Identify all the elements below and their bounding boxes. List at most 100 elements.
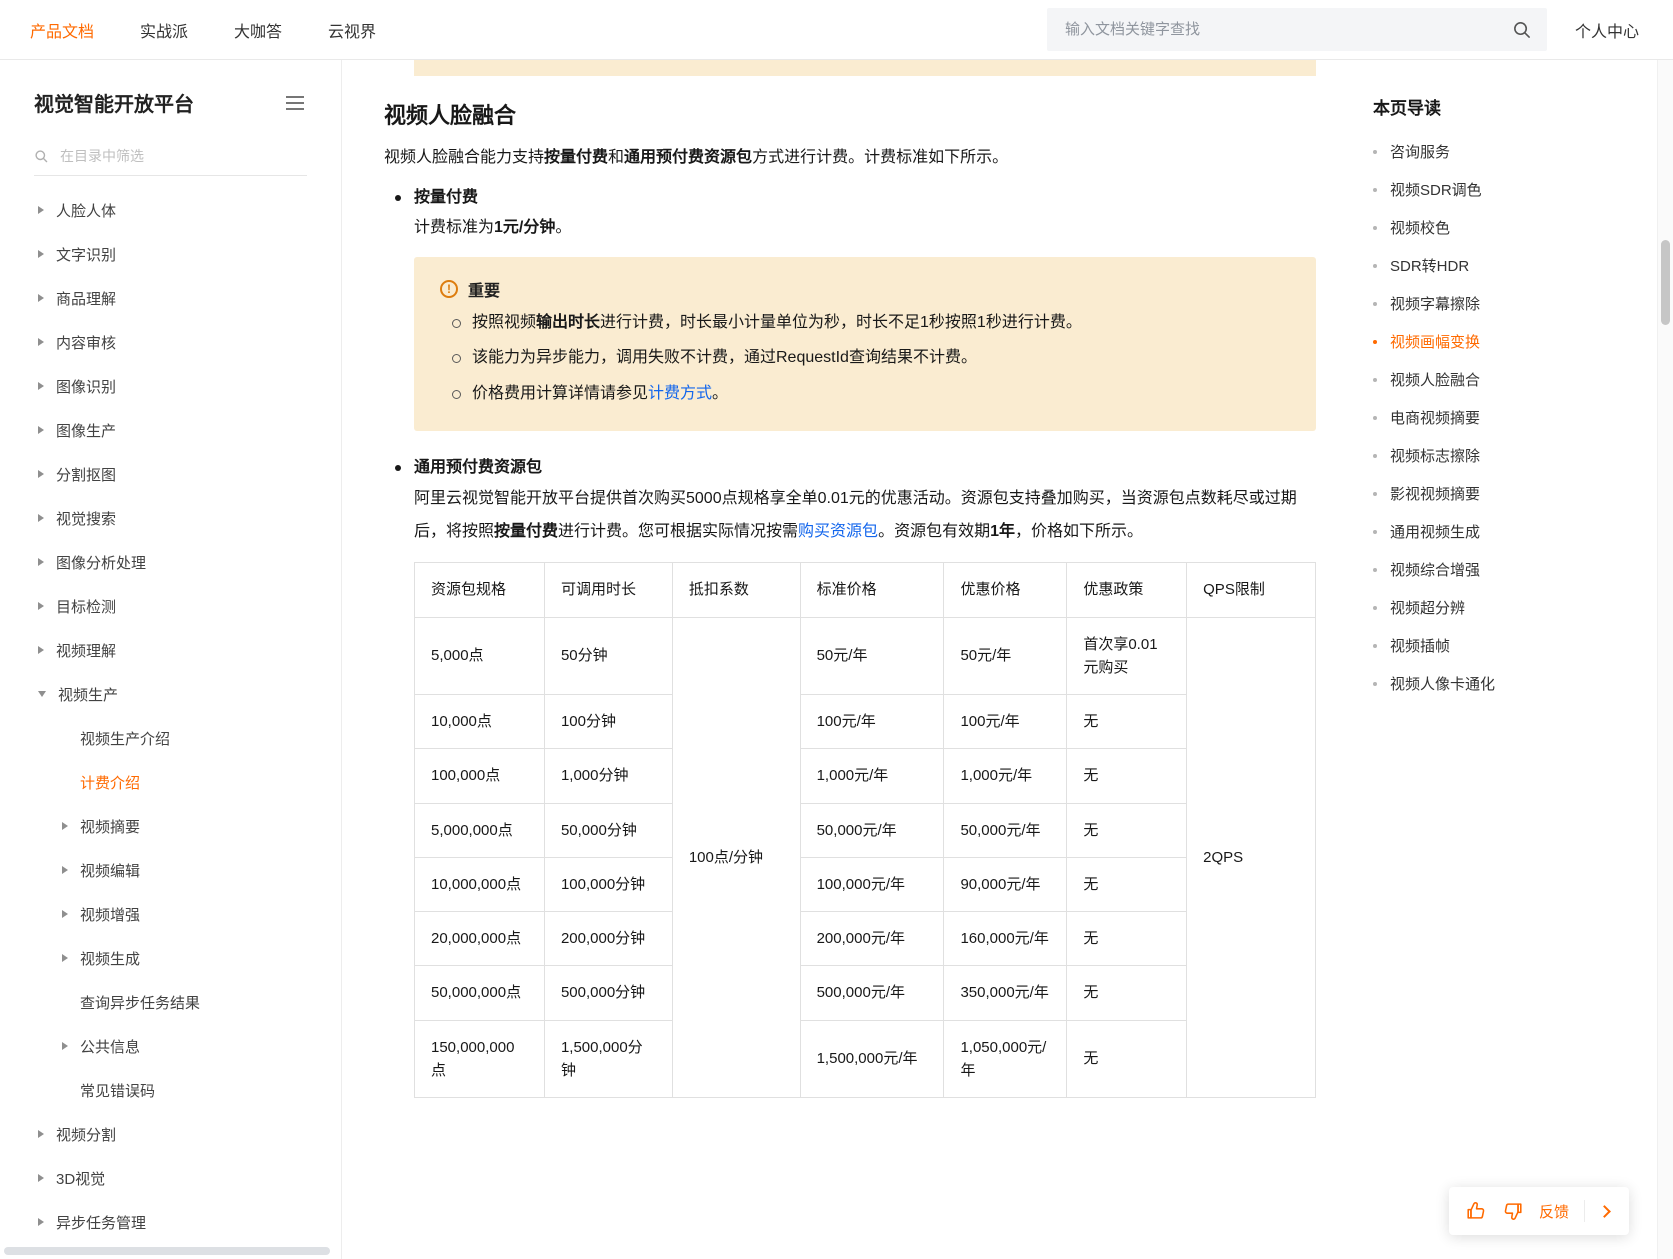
sidebar-item[interactable]: 公共信息 — [0, 1024, 341, 1068]
toc-item[interactable]: 影视视频摘要 — [1373, 483, 1673, 504]
chevron-right-icon — [62, 866, 68, 874]
horizontal-scrollbar[interactable] — [4, 1247, 330, 1255]
bullet-icon — [1373, 339, 1377, 344]
column-header: 标准价格 — [799, 562, 945, 618]
sidebar-item[interactable]: 图像分析处理 — [0, 540, 341, 584]
sidebar-item[interactable]: 视频编辑 — [0, 848, 341, 892]
intro-paragraph: 视频人脸融合能力支持按量付费和通用预付费资源包方式进行计费。计费标准如下所示。 — [384, 149, 1009, 166]
filter-input[interactable] — [58, 147, 307, 165]
feedback-button[interactable]: 反馈 — [1539, 1201, 1569, 1222]
sidebar-item[interactable]: 视觉搜索 — [0, 496, 341, 540]
thumbs-up-icon[interactable] — [1465, 1200, 1487, 1222]
sidebar-item[interactable]: 人脸人体 — [0, 188, 341, 232]
nav-item-dakada[interactable]: 大咖答 — [234, 18, 282, 42]
search-input[interactable] — [1062, 20, 1512, 39]
bullet-icon — [1373, 301, 1377, 306]
notice-item: 该能力为异步能力，调用失败不计费，通过RequestId查询结果不计费。 — [452, 344, 1290, 371]
divider — [1584, 1200, 1585, 1222]
sidebar-item[interactable]: 视频生成 — [0, 936, 341, 980]
menu-icon[interactable] — [283, 93, 307, 113]
main-content: 视频人脸融合 视频人脸融合能力支持按量付费和通用预付费资源包方式进行计费。计费标… — [342, 60, 1343, 1259]
doc-search-box[interactable] — [1046, 8, 1547, 51]
billing-method-link[interactable]: 计费方式 — [648, 385, 712, 402]
nav-item-shizhanpai[interactable]: 实战派 — [140, 18, 188, 42]
scrollbar-thumb[interactable] — [1661, 240, 1670, 325]
chevron-right-icon — [38, 250, 44, 258]
table-row: 5,000,000点 50,000分钟 50,000元/年 50,000元/年 … — [414, 802, 1316, 858]
sidebar-item[interactable]: 查询异步任务结果 — [0, 980, 341, 1024]
feedback-widget: 反馈 — [1448, 1187, 1629, 1235]
info-icon: ! — [440, 280, 458, 299]
toc-filter[interactable] — [34, 147, 307, 176]
chevron-right-icon — [38, 1130, 44, 1138]
column-header: 资源包规格 — [414, 562, 545, 618]
bullet-icon — [1373, 377, 1377, 382]
sidebar-item[interactable]: 内容审核 — [0, 320, 341, 364]
chevron-right-icon — [62, 954, 68, 962]
toc-item[interactable]: SDR转HDR — [1373, 255, 1673, 276]
sidebar-item[interactable]: 异步任务管理 — [0, 1200, 341, 1244]
toc-item-active[interactable]: 视频画幅变换 — [1373, 331, 1673, 352]
page-toc: 本页导读 咨询服务 视频SDR调色 视频校色 SDR转HDR 视频字幕擦除 视频… — [1343, 60, 1673, 1259]
column-header: 可调用时长 — [543, 562, 673, 618]
sidebar-item[interactable]: 3D视觉 — [0, 1156, 341, 1200]
vertical-scrollbar[interactable] — [1657, 60, 1673, 1259]
sidebar-item[interactable]: 分割抠图 — [0, 452, 341, 496]
resource-package-title: 通用预付费资源包 — [414, 458, 543, 476]
important-notice: ! 重要 按照视频输出时长进行计费，时长最小计量单位为秒，时长不足1秒按照1秒进… — [414, 257, 1316, 431]
toc-item[interactable]: 视频插帧 — [1373, 635, 1673, 656]
chevron-right-icon[interactable] — [1598, 1204, 1611, 1218]
chevron-right-icon — [38, 206, 44, 214]
sidebar-item-billing-intro[interactable]: 计费介绍 — [0, 760, 341, 804]
bullet-icon — [1373, 491, 1377, 496]
list-item-pay-as-you-go: 按量付费 计费标准为1元/分钟。 ! 重要 按照视频输出时长进行计费，时长最小计… — [395, 183, 1316, 431]
sidebar-tree: 人脸人体 文字识别 商品理解 内容审核 图像识别 图像生产 分割抠图 视觉搜索 … — [0, 188, 341, 1259]
toc-item[interactable]: 视频综合增强 — [1373, 559, 1673, 580]
list-item-resource-package: 通用预付费资源包 阿里云视觉智能开放平台提供首次购买5000点规格享全单0.01… — [395, 453, 1316, 1099]
notice-item: 按照视频输出时长进行计费，时长最小计量单位为秒，时长不足1秒按照1秒进行计费。 — [452, 309, 1290, 336]
sidebar-item[interactable]: 视频摘要 — [0, 804, 341, 848]
pay-as-you-go-title: 按量付费 — [414, 188, 479, 206]
nav-item-product-docs[interactable]: 产品文档 — [30, 18, 94, 42]
table-row: 100,000点 1,000分钟 1,000元/年 1,000元/年 无 — [414, 748, 1316, 804]
sidebar-item[interactable]: 商品理解 — [0, 276, 341, 320]
sidebar-item[interactable]: 视频增强 — [0, 892, 341, 936]
sidebar-item[interactable]: 文字识别 — [0, 232, 341, 276]
chevron-right-icon — [38, 1218, 44, 1226]
toc-item[interactable]: 通用视频生成 — [1373, 521, 1673, 542]
toc-item[interactable]: 视频SDR调色 — [1373, 179, 1673, 200]
pricing-table: 资源包规格 可调用时长 抵扣系数 标准价格 优惠价格 优惠政策 QPS限制 5,… — [414, 562, 1316, 1099]
sidebar-item[interactable]: 图像生产 — [0, 408, 341, 452]
sidebar-item[interactable]: 常见错误码 — [0, 1068, 341, 1112]
toc-item[interactable]: 视频超分辨 — [1373, 597, 1673, 618]
buy-package-link[interactable]: 购买资源包 — [798, 523, 878, 540]
sidebar-item[interactable]: 视频分割 — [0, 1112, 341, 1156]
sidebar-item[interactable]: 视频生产介绍 — [0, 716, 341, 760]
toc-item[interactable]: 视频标志擦除 — [1373, 445, 1673, 466]
chevron-right-icon — [38, 602, 44, 610]
table-row: 20,000,000点 200,000分钟 200,000元/年 160,000… — [414, 911, 1316, 967]
profile-link[interactable]: 个人中心 — [1575, 18, 1639, 42]
thumbs-down-icon[interactable] — [1502, 1200, 1524, 1222]
chevron-right-icon — [38, 1174, 44, 1182]
bullet-icon — [1373, 681, 1377, 686]
toc-item[interactable]: 视频人像卡通化 — [1373, 673, 1673, 694]
toc-item[interactable]: 咨询服务 — [1373, 141, 1673, 162]
toc-item[interactable]: 视频字幕擦除 — [1373, 293, 1673, 314]
sidebar-item[interactable]: 目标检测 — [0, 584, 341, 628]
chevron-right-icon — [38, 558, 44, 566]
sidebar-item[interactable]: 视频理解 — [0, 628, 341, 672]
search-icon[interactable] — [1512, 20, 1531, 39]
notice-title: 重要 — [468, 283, 501, 301]
toc-title: 本页导读 — [1373, 99, 1441, 118]
sidebar-item-video-production[interactable]: 视频生产 — [0, 672, 341, 716]
toc-item[interactable]: 电商视频摘要 — [1373, 407, 1673, 428]
bullet-icon — [1373, 453, 1377, 458]
toc-item[interactable]: 视频校色 — [1373, 217, 1673, 238]
chevron-right-icon — [38, 426, 44, 434]
chevron-right-icon — [38, 646, 44, 654]
toc-item[interactable]: 视频人脸融合 — [1373, 369, 1673, 390]
bullet-icon — [1373, 187, 1377, 192]
sidebar-item[interactable]: 图像识别 — [0, 364, 341, 408]
nav-item-yunshijie[interactable]: 云视界 — [328, 18, 376, 42]
